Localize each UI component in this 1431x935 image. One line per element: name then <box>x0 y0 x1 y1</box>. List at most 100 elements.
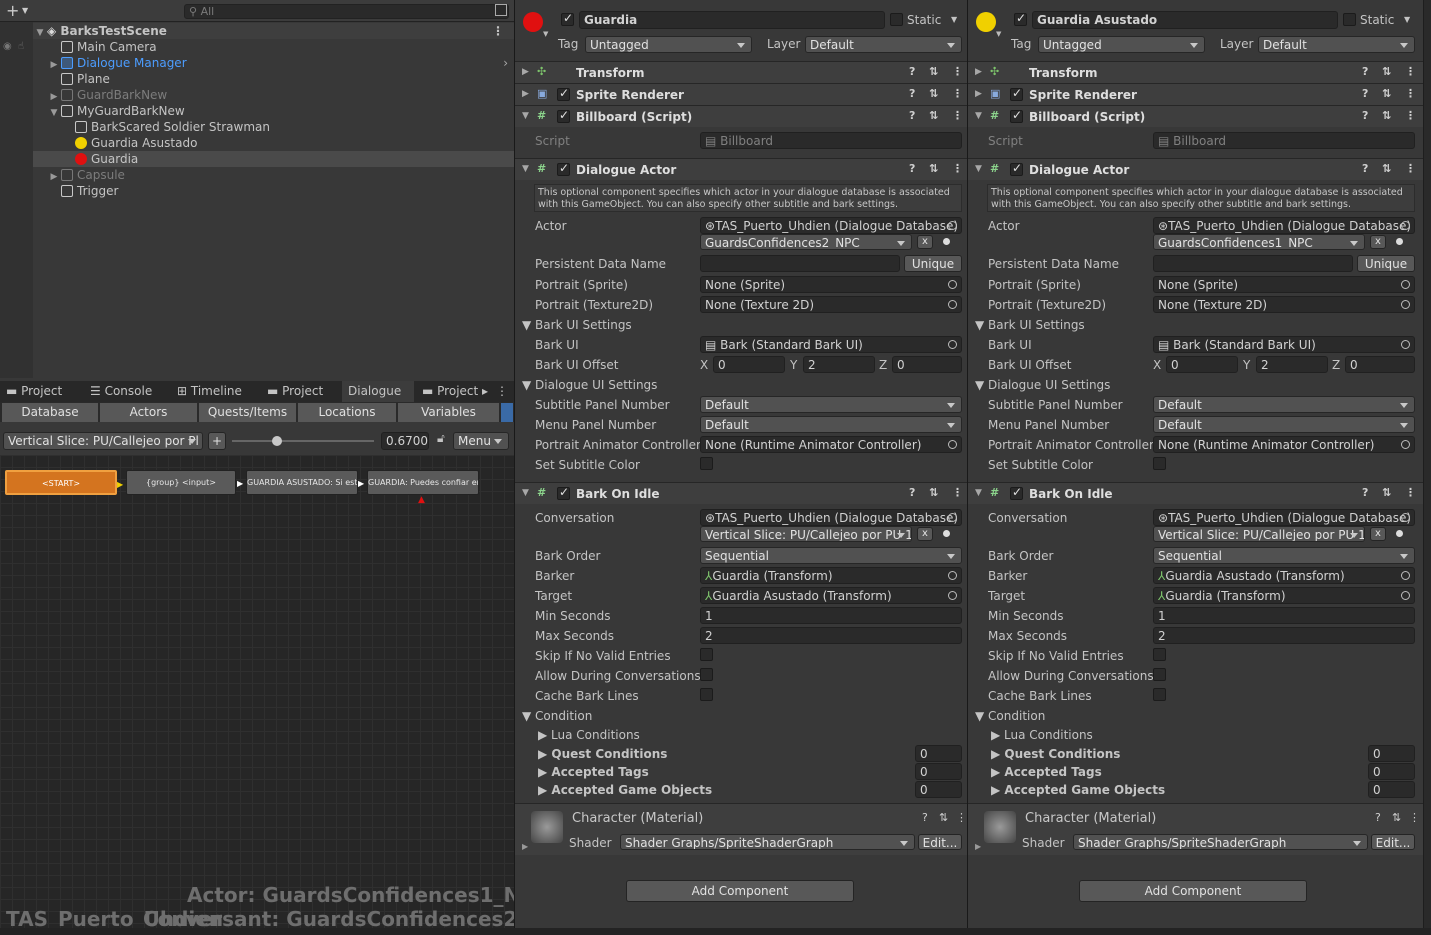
chevron-down-icon[interactable]: ▼ <box>996 30 1001 38</box>
actor-select-icon[interactable] <box>1396 238 1403 245</box>
subtitle-color-checkbox[interactable] <box>700 457 713 470</box>
subtab-variables[interactable]: Variables <box>398 403 500 422</box>
lock-icon[interactable]: 🔓︎ <box>437 431 445 446</box>
bark-ui-field[interactable]: ▤ Bark (Standard Bark UI) <box>700 336 962 353</box>
conversation-dropdown[interactable]: Vertical Slice: PU/Callejeo por PU 1 <box>700 526 912 542</box>
object-icon[interactable] <box>523 12 543 32</box>
help-icon[interactable]: ? <box>1375 811 1381 824</box>
tag-dropdown[interactable]: Untagged <box>585 36 752 53</box>
target-field[interactable]: ⅄Guardia Asustado (Transform) <box>700 587 962 604</box>
more-icon[interactable]: ⋮ <box>496 384 508 398</box>
help-icon[interactable]: ? <box>1362 162 1368 175</box>
tab-project-3[interactable]: ▬ Project ▸ <box>416 381 494 402</box>
persistent-input[interactable] <box>1153 255 1353 272</box>
accepted-objects-count[interactable]: 0 <box>1368 781 1415 798</box>
more-icon[interactable]: ⋮ <box>952 162 963 175</box>
zoom-input[interactable]: 0.6700 <box>381 432 429 450</box>
hierarchy-item[interactable]: ▶ Capsule <box>33 167 514 183</box>
help-icon[interactable]: ? <box>909 65 915 78</box>
persistent-input[interactable] <box>700 255 900 272</box>
pick-icon[interactable]: ☝ <box>18 41 24 52</box>
hierarchy-search-input[interactable]: ⚲ All <box>184 4 509 19</box>
preset-icon[interactable]: ⇅ <box>1382 109 1391 122</box>
chevron-down-icon[interactable]: ▼ <box>543 30 548 38</box>
enable-checkbox[interactable] <box>1010 86 1023 101</box>
component-dialogue-actor[interactable]: ▼#Dialogue Actor?⇅⋮ <box>515 158 970 180</box>
eye-icon[interactable]: ◉ <box>3 41 12 52</box>
portrait-tex-field[interactable]: None (Texture 2D) <box>1153 296 1415 313</box>
object-picker-icon[interactable] <box>948 221 957 230</box>
chevron-down-icon[interactable]: ▼ <box>951 15 957 24</box>
menu-dropdown[interactable]: Menu <box>453 432 509 450</box>
accepted-objects-foldout[interactable]: ▶ Accepted Game Objects <box>991 783 1165 797</box>
object-picker-icon[interactable] <box>1401 571 1410 580</box>
offset-z-input[interactable]: 0 <box>1345 356 1415 373</box>
conversation-dropdown[interactable]: Vertical Slice: PU/Callejeo por PU 1 <box>1153 526 1365 542</box>
more-icon[interactable]: ⋮ <box>1405 109 1416 122</box>
help-icon[interactable]: ? <box>1362 65 1368 78</box>
help-icon[interactable]: ? <box>909 87 915 100</box>
skip-checkbox[interactable] <box>1153 648 1166 661</box>
object-picker-icon[interactable] <box>1401 440 1410 449</box>
tag-dropdown[interactable]: Untagged <box>1038 36 1205 53</box>
tab-timeline[interactable]: ⊞ Timeline <box>171 381 261 402</box>
object-picker-icon[interactable] <box>948 300 957 309</box>
expand-icon[interactable] <box>495 4 507 16</box>
object-picker-icon[interactable] <box>948 571 957 580</box>
subtab-locations[interactable]: Locations <box>298 403 397 422</box>
zoom-slider-track[interactable] <box>232 440 374 442</box>
accepted-objects-count[interactable]: 0 <box>915 781 962 798</box>
subtab-database[interactable]: Database <box>2 403 99 422</box>
hierarchy-item[interactable]: ▶ Dialogue Manager › <box>33 55 514 71</box>
accepted-objects-foldout[interactable]: ▶ Accepted Game Objects <box>538 783 712 797</box>
chevron-right-icon[interactable]: ▶ <box>975 842 981 851</box>
hierarchy-item[interactable]: Trigger <box>33 183 514 199</box>
object-picker-icon[interactable] <box>1401 513 1410 522</box>
bark-ui-settings-foldout[interactable]: ▼ Bark UI Settings <box>522 318 632 332</box>
help-icon[interactable]: ? <box>1362 109 1368 122</box>
max-seconds-input[interactable]: 2 <box>1153 627 1415 644</box>
accepted-tags-count[interactable]: 0 <box>1368 763 1415 780</box>
edit-shader-button[interactable]: Edit... <box>918 834 962 850</box>
portrait-tex-field[interactable]: None (Texture 2D) <box>700 296 962 313</box>
node-group[interactable]: {group} <input> <box>126 470 236 495</box>
component-sprite-renderer[interactable]: ▶▣Sprite Renderer?⇅⋮ <box>515 83 970 105</box>
hierarchy-item[interactable]: ▼ MyGuardBarkNew <box>33 103 514 119</box>
target-field[interactable]: ⅄Guardia (Transform) <box>1153 587 1415 604</box>
enable-checkbox[interactable] <box>557 485 570 500</box>
preset-icon[interactable]: ⇅ <box>929 87 938 100</box>
more-icon[interactable]: ⋮ <box>952 109 963 122</box>
object-picker-icon[interactable] <box>948 280 957 289</box>
subtitle-panel-dropdown[interactable]: Default <box>1153 396 1415 413</box>
help-icon[interactable]: ? <box>1362 87 1368 100</box>
component-bark-on-idle[interactable]: ▼#Bark On Idle?⇅⋮ <box>515 482 970 504</box>
bark-ui-field[interactable]: ▤ Bark (Standard Bark UI) <box>1153 336 1415 353</box>
layer-dropdown[interactable]: Default <box>805 36 962 53</box>
object-picker-icon[interactable] <box>948 440 957 449</box>
object-picker-icon[interactable] <box>1401 280 1410 289</box>
object-picker-icon[interactable] <box>1401 221 1410 230</box>
offset-y-input[interactable]: 2 <box>803 356 875 373</box>
lua-conditions-foldout[interactable]: ▶ Lua Conditions <box>991 728 1093 742</box>
offset-y-input[interactable]: 2 <box>1256 356 1328 373</box>
static-checkbox[interactable] <box>890 13 903 26</box>
hierarchy-item-selected[interactable]: Guardia <box>33 151 514 167</box>
hierarchy-item[interactable]: Plane <box>33 71 514 87</box>
layer-dropdown[interactable]: Default <box>1258 36 1415 53</box>
more-icon[interactable]: ⋮ <box>1409 811 1420 824</box>
more-icon[interactable]: ⋮ <box>952 65 963 78</box>
actor-select-icon[interactable] <box>943 238 950 245</box>
chevron-down-icon[interactable]: ▼ <box>1404 15 1410 24</box>
bark-order-dropdown[interactable]: Sequential <box>700 547 962 564</box>
active-checkbox[interactable] <box>561 11 574 26</box>
barker-field[interactable]: ⅄Guardia (Transform) <box>700 567 962 584</box>
accepted-tags-foldout[interactable]: ▶ Accepted Tags <box>991 765 1102 779</box>
object-name-field[interactable]: Guardia <box>579 11 885 29</box>
help-icon[interactable]: ? <box>909 162 915 175</box>
more-icon[interactable]: ⋮ <box>956 811 967 824</box>
enable-checkbox[interactable] <box>557 108 570 123</box>
help-icon[interactable]: ? <box>909 486 915 499</box>
conversation-database-field[interactable]: ⊛TAS_Puerto_Uhdien (Dialogue Database) <box>1153 509 1415 526</box>
tab-project-2[interactable]: ▬ Project <box>261 381 341 402</box>
help-icon[interactable]: ? <box>909 109 915 122</box>
